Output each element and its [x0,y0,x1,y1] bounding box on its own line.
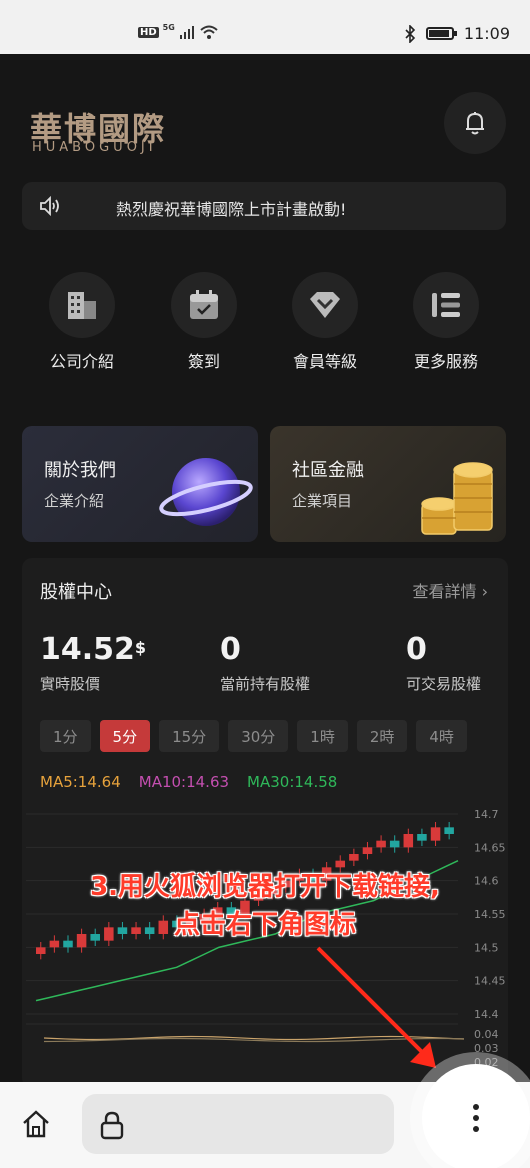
candle-body [349,854,359,861]
candle-body [403,834,414,848]
nav-icon-circle [413,272,479,338]
tab-5min[interactable]: 5分 [99,720,151,752]
logo-english: HUABOGUOJI [32,140,157,155]
network-indicators: HD 5G [138,22,219,40]
speaker-icon [40,195,59,217]
nav-label: 公司介紹 [49,352,114,371]
card-title: 社區金融 [292,460,364,481]
card-title: 關於我們 [44,460,116,481]
candle-body [444,827,454,834]
y-tick-label: 14.4 [474,1008,499,1021]
stat-realtime-price: 14.52$ 實時股價 [40,632,146,694]
tab-4hour[interactable]: 4時 [416,720,467,752]
card-subtitle: 企業項目 [292,492,353,510]
candle-body [36,947,46,954]
diamond-icon [310,292,340,318]
status-right: 11:09 [404,24,510,43]
nav-icon-circle [49,272,115,338]
card-community-finance[interactable]: 社區金融 企業項目 [270,426,506,542]
home-icon [23,1110,49,1138]
chevron-right-icon: › [476,582,488,601]
stat-value: 0 [220,632,241,667]
y-tick-label: 14.5 [474,941,499,954]
nav-label: 會員等級 [292,352,357,371]
ma5-label: MA5:14.64 [40,773,121,791]
sub-tick-label: 0.03 [474,1042,499,1055]
candle-body [63,940,73,948]
bluetooth-icon [405,24,416,43]
clock: 11:09 [463,24,510,43]
ma10-label: MA10:14.63 [138,773,230,791]
hd-badge: HD [138,26,159,38]
candle-body [430,827,441,841]
status-bar: HD 5G 11:09 [0,0,530,54]
more-vertical-icon [473,1104,479,1132]
sub-tick-label: 0.04 [474,1028,499,1041]
list-icon [432,293,460,317]
nav-label: 更多服務 [413,352,478,371]
quick-nav: 公司介紹 簽到 會員等級 更多服務 [0,272,530,372]
nav-label: 簽到 [187,352,220,371]
candle-body [389,840,400,848]
coins-icon [421,462,493,535]
planet-icon [159,458,253,526]
notification-button[interactable] [444,92,506,154]
announcement-bar[interactable]: 熱烈慶祝華博國際上市計畫啟動! [22,182,506,230]
view-details-label: 查看詳情 [412,582,477,601]
nav-more-services[interactable]: 更多服務 [386,272,506,372]
stat-current-holdings: 0 當前持有股權 [220,632,310,694]
wifi-icon [200,25,218,39]
nav-checkin[interactable]: 簽到 [144,272,264,372]
bell-icon [466,112,484,135]
browser-menu-button[interactable] [422,1064,530,1168]
stat-value: 0 [406,632,427,667]
url-bar[interactable] [82,1094,394,1154]
stat-value: 14.52$ [40,632,147,667]
lock-icon [100,1111,124,1140]
candle-body [417,834,427,841]
tab-15min[interactable]: 15分 [159,720,220,752]
tab-2hour[interactable]: 2時 [356,720,408,752]
nav-member-level[interactable]: 會員等級 [265,272,385,372]
stat-label: 實時股價 [40,675,101,693]
y-tick-label: 14.45 [474,975,506,988]
stock-center-title: 股權中心 [40,582,112,603]
candle-body [376,840,386,848]
stat-label: 當前持有股權 [220,675,311,693]
signal-icon [179,26,194,39]
home-button[interactable] [14,1102,58,1146]
ma30-label: MA30:14.58 [247,773,338,791]
battery-icon [425,27,457,40]
calendar-check-icon [190,290,218,319]
card-subtitle: 企業介紹 [44,492,105,510]
candle-body [362,847,373,854]
tab-30min[interactable]: 30分 [228,720,289,752]
nav-icon-circle [292,272,358,338]
y-tick-label: 14.65 [474,841,506,854]
building-icon [68,292,96,319]
browser-toolbar [0,1064,530,1168]
card-about-us[interactable]: 關於我們 企業介紹 [22,426,258,542]
tab-1min[interactable]: 1分 [40,720,91,752]
instruction-line-2: 点击右下角图标 [173,910,356,940]
moving-average-legend: MA5:14.64 MA10:14.63 MA30:14.58 [40,773,337,791]
view-details-link[interactable]: 查看詳情 › [413,578,489,602]
y-tick-label: 14.7 [474,808,499,821]
red-arrow [316,946,436,1068]
signal-label: 5G [162,22,175,32]
app-header: 華博國際 HUABOGUOJI [0,54,530,180]
instruction-line-1: 3.用火狐浏览器打开下载链接, [90,872,440,902]
nav-company-intro[interactable]: 公司介紹 [22,272,142,372]
timeframe-tabs: 1分 5分 15分 30分 1時 2時 4時 [40,720,467,752]
stat-tradable: 0 可交易股權 [406,632,481,694]
tab-1hour[interactable]: 1時 [297,720,348,752]
nav-icon-circle [171,272,237,338]
stat-label: 可交易股權 [406,675,482,693]
candle-body [49,940,60,948]
announcement-text: 熱烈慶祝華博國際上市計畫啟動! [116,200,347,219]
